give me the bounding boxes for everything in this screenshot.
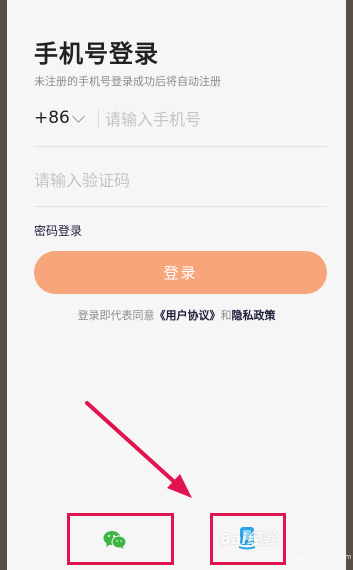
- page-subtitle: 未注册的手机号登录成功后将自动注册: [34, 75, 221, 88]
- input-divider: [98, 110, 99, 128]
- privacy-policy-link[interactable]: 隐私政策: [232, 309, 276, 322]
- verification-code-input[interactable]: [34, 168, 314, 192]
- code-underline: [34, 206, 327, 207]
- agreement-prefix: 登录即代表同意: [77, 309, 155, 322]
- wechat-icon[interactable]: [103, 530, 127, 550]
- agreement-and: 和: [220, 309, 232, 322]
- phone-icon[interactable]: [237, 526, 257, 550]
- login-button[interactable]: 登录: [34, 251, 327, 294]
- phone-input[interactable]: [105, 107, 315, 131]
- country-code-selector[interactable]: +86: [34, 108, 70, 128]
- agreement-text: 登录即代表同意《用户协议》和隐私政策: [7, 307, 346, 323]
- login-panel: 手机号登录 未注册的手机号登录成功后将自动注册 +86 密码登录 登录 登录即代…: [7, 0, 346, 570]
- password-login-link[interactable]: 密码登录: [34, 222, 82, 239]
- user-agreement-link[interactable]: 《用户协议》: [155, 309, 221, 322]
- phone-underline: [34, 146, 327, 147]
- page-title: 手机号登录: [34, 40, 159, 68]
- chevron-down-icon[interactable]: [72, 110, 85, 123]
